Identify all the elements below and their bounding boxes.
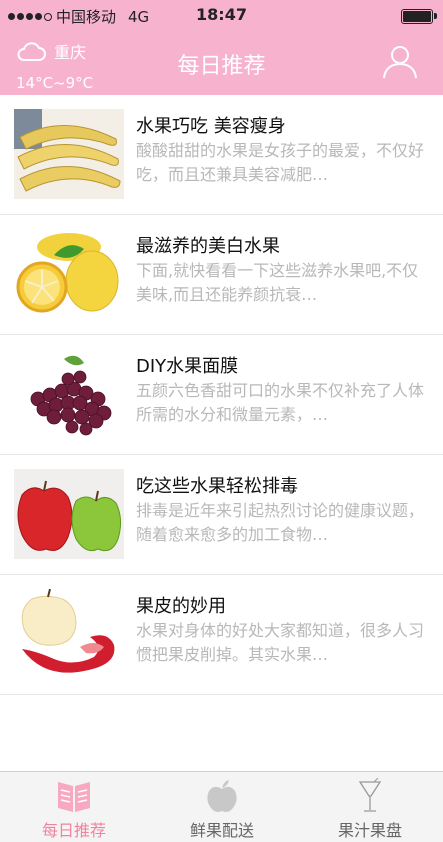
- user-icon[interactable]: [381, 42, 419, 80]
- peeled-apple-image: [14, 589, 124, 679]
- article-item[interactable]: DIY水果面膜 五颜六色香甜可口的水果不仅补充了人体所需的水分和微量元素，…: [0, 335, 443, 455]
- status-time: 18:47: [196, 5, 247, 24]
- status-bar: 中国移动 4G 18:47: [0, 0, 443, 32]
- tab-juice-platter[interactable]: 果汁果盘: [296, 772, 443, 842]
- page-title: 每日推荐: [177, 54, 266, 79]
- article-description: 五颜六色香甜可口的水果不仅补充了人体所需的水分和微量元素，…: [136, 381, 425, 424]
- article-description: 酸酸甜甜的水果是女孩子的最爱，不仅好吃，而且还兼具美容减肥…: [136, 141, 425, 184]
- article-item[interactable]: 吃这些水果轻松排毒 排毒是近年来引起热烈讨论的健康议题，随着愈来愈多的加工食物…: [0, 455, 443, 575]
- tab-fresh-delivery[interactable]: 鲜果配送: [148, 772, 296, 842]
- article-title: DIY水果面膜: [136, 356, 239, 377]
- apple-icon: [207, 780, 237, 812]
- article-title: 水果巧吃 美容瘦身: [136, 116, 286, 137]
- lemons-image: [14, 229, 124, 319]
- apples-image: [14, 469, 124, 559]
- article-item[interactable]: 果皮的妙用 水果对身体的好处大家都知道，很多人习惯把果皮削掉。其实水果…: [0, 575, 443, 695]
- article-description: 水果对身体的好处大家都知道，很多人习惯把果皮削掉。其实水果…: [136, 621, 425, 664]
- tab-daily-recommend[interactable]: 每日推荐: [0, 772, 148, 842]
- tab-label: 果汁果盘: [337, 821, 402, 840]
- article-list: 水果巧吃 美容瘦身 酸酸甜甜的水果是女孩子的最爱，不仅好吃，而且还兼具美容减肥……: [0, 95, 443, 695]
- glass-icon: [358, 778, 382, 812]
- tab-label: 每日推荐: [41, 821, 106, 840]
- article-title: 果皮的妙用: [136, 596, 226, 617]
- tab-bar: 每日推荐 鲜果配送 果汁果盘: [0, 771, 443, 842]
- article-item[interactable]: 最滋养的美白水果 下面,就快看看一下这些滋养水果吧,不仅美味,而且还能养颜抗衰…: [0, 215, 443, 335]
- article-description: 排毒是近年来引起热烈讨论的健康议题，随着愈来愈多的加工食物…: [136, 501, 425, 544]
- nav-bar: 重庆 14°C~9°C 每日推荐: [0, 32, 443, 95]
- tab-label: 鲜果配送: [189, 821, 254, 840]
- bananas-image: [14, 109, 124, 199]
- battery-icon: [401, 9, 437, 24]
- article-item[interactable]: 水果巧吃 美容瘦身 酸酸甜甜的水果是女孩子的最爱，不仅好吃，而且还兼具美容减肥…: [0, 95, 443, 215]
- article-description: 下面,就快看看一下这些滋养水果吧,不仅美味,而且还能养颜抗衰…: [136, 261, 419, 304]
- article-title: 吃这些水果轻松排毒: [136, 476, 298, 497]
- book-icon: [58, 782, 90, 812]
- grapes-image: [14, 349, 124, 439]
- article-title: 最滋养的美白水果: [136, 236, 280, 257]
